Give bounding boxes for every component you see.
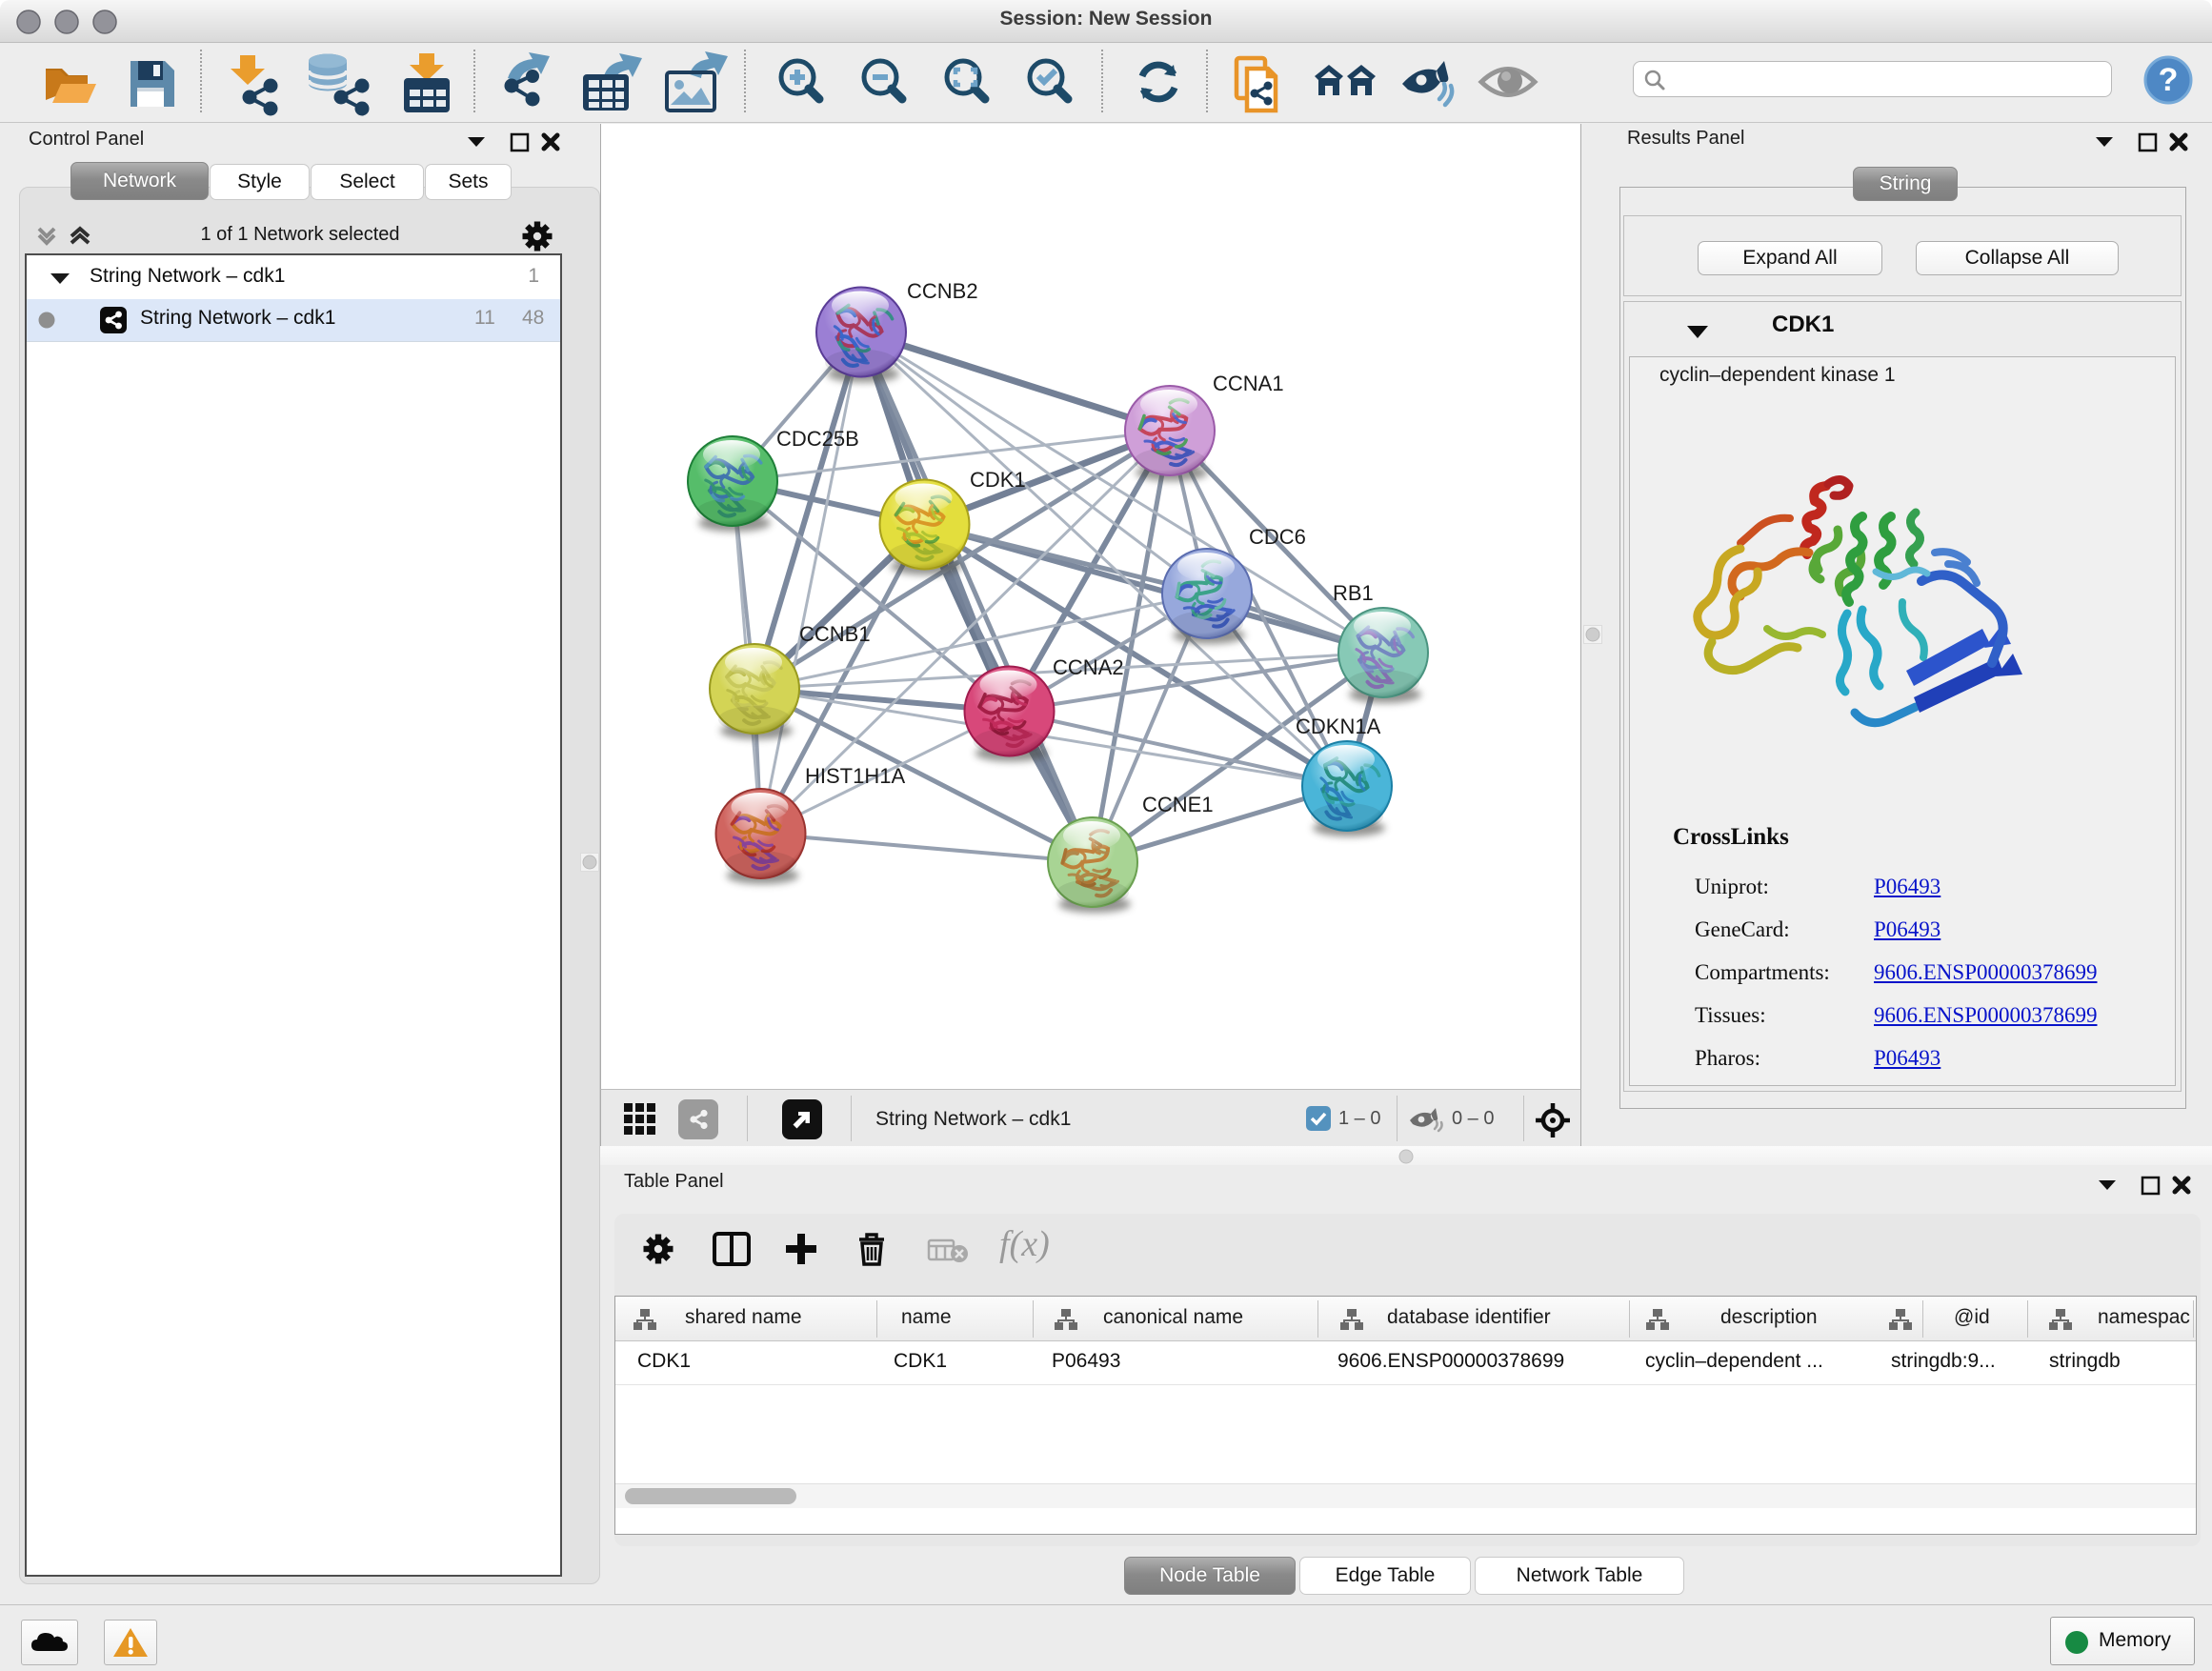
svg-text:CCNA2: CCNA2 [1053,655,1124,679]
svg-text:HIST1H1A: HIST1H1A [805,764,905,788]
svg-text:CCNA1: CCNA1 [1213,372,1284,395]
svg-text:CCNE1: CCNE1 [1142,793,1214,816]
svg-text:CDKN1A: CDKN1A [1296,715,1381,738]
svg-text:CDC6: CDC6 [1249,525,1306,549]
svg-text:CCNB1: CCNB1 [799,622,871,646]
svg-text:CDK1: CDK1 [970,468,1026,492]
svg-text:CCNB2: CCNB2 [907,279,978,303]
svg-text:?: ? [2159,62,2179,98]
svg-text:CDC25B: CDC25B [776,427,859,451]
svg-text:RB1: RB1 [1333,581,1374,605]
